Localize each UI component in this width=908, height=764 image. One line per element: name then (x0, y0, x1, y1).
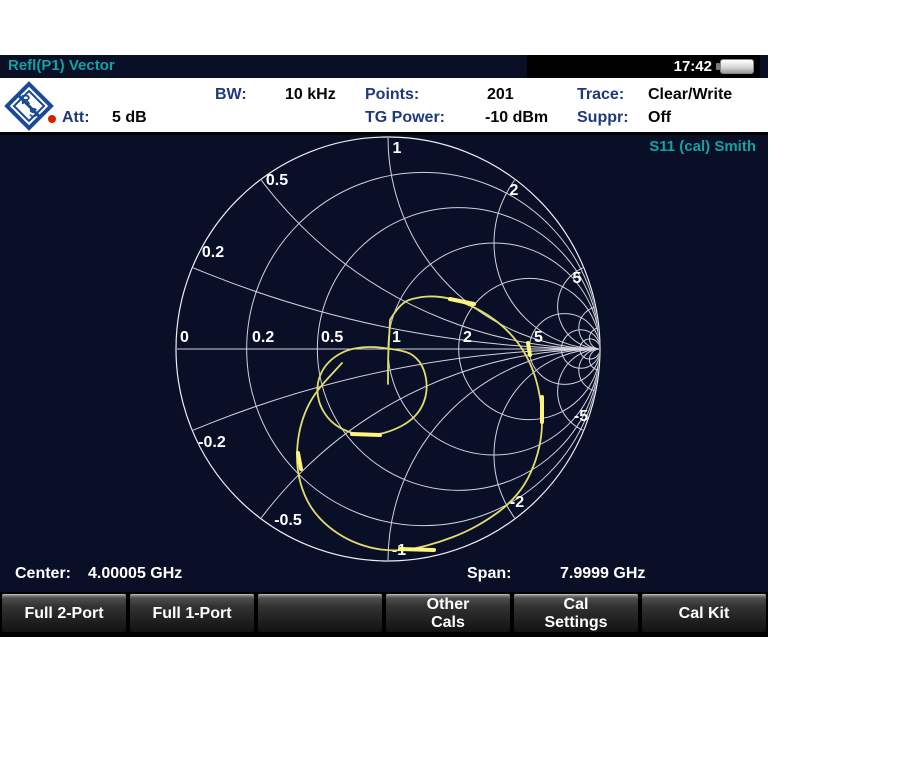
softkey-label: Cal Kit (679, 605, 730, 623)
softkey-full-1-port[interactable]: Full 1-Port (130, 594, 254, 632)
tg-power-label: TG Power: (365, 109, 445, 127)
svg-text:5: 5 (573, 270, 582, 287)
softkey-label: Cal (564, 596, 589, 614)
att-value: 5 dB (112, 109, 147, 127)
clock-area: 17:42 (527, 55, 760, 78)
svg-text:0: 0 (180, 329, 189, 346)
svg-text:-0.5: -0.5 (274, 512, 302, 529)
svg-text:1: 1 (392, 329, 401, 346)
span-value: 7.9999 GHz (560, 565, 645, 583)
softkey-label: Full 2-Port (24, 605, 103, 623)
title-bar: Refl(P1) Vector 17:42 (0, 55, 768, 78)
rs-logo-icon: R S (4, 81, 54, 131)
svg-text:0.2: 0.2 (252, 329, 274, 346)
svg-text:0.2: 0.2 (202, 244, 224, 261)
softkey-blank[interactable] (258, 594, 382, 632)
settings-header: R S Att: 5 dB BW: 10 kHz Points: 201 Tra… (0, 78, 768, 135)
softkey-label: Other (427, 596, 470, 614)
battery-icon (720, 59, 754, 74)
trace-label: Trace: (577, 86, 624, 104)
suppr-value: Off (648, 109, 671, 127)
mode-title: Refl(P1) Vector (8, 57, 115, 74)
svg-text:-2: -2 (510, 494, 524, 511)
softkey-full-2-port[interactable]: Full 2-Port (2, 594, 126, 632)
marker-dot-icon (48, 115, 56, 123)
smith-grid (0, 135, 768, 589)
svg-text:2: 2 (463, 329, 472, 346)
smith-chart-area: 00.20.51250.20.5125-0.2-0.5-1-2-5 S11 (c… (0, 135, 768, 592)
svg-text:0.5: 0.5 (266, 172, 288, 189)
softkey-label: Settings (544, 614, 607, 632)
suppr-label: Suppr: (577, 109, 629, 127)
softkey-other-cals[interactable]: Other Cals (386, 594, 510, 632)
svg-text:-0.2: -0.2 (198, 434, 226, 451)
points-label: Points: (365, 86, 419, 104)
bw-value: 10 kHz (285, 86, 336, 104)
softkey-label: Cals (431, 614, 465, 632)
svg-text:S: S (29, 105, 38, 120)
page: Refl(P1) Vector 17:42 R S Att: 5 dB BW: (0, 0, 908, 764)
trace-info-label: S11 (cal) Smith (649, 138, 756, 155)
points-value: 201 (487, 86, 514, 104)
svg-text:0.5: 0.5 (321, 329, 343, 346)
clock-time: 17:42 (674, 58, 712, 75)
frequency-status-bar: Center: 4.00005 GHz Span: 7.9999 GHz (0, 565, 768, 589)
instrument-screen: Refl(P1) Vector 17:42 R S Att: 5 dB BW: (0, 55, 768, 637)
bw-label: BW: (215, 86, 247, 104)
tg-power-value: -10 dBm (485, 109, 548, 127)
center-freq-label: Center: (15, 565, 71, 583)
softkey-cal-settings[interactable]: Cal Settings (514, 594, 638, 632)
trace-value: Clear/Write (648, 86, 732, 104)
svg-text:1: 1 (393, 140, 402, 157)
att-label: Att: (62, 109, 90, 127)
smith-chart: 00.20.51250.20.5125-0.2-0.5-1-2-5 (0, 135, 768, 589)
svg-text:5: 5 (534, 329, 543, 346)
svg-text:-5: -5 (574, 408, 588, 425)
softkey-bar: Full 2-Port Full 1-Port Other Cals Cal S… (0, 592, 768, 637)
center-freq-value: 4.00005 GHz (88, 565, 182, 583)
svg-text:2: 2 (510, 182, 519, 199)
softkey-label: Full 1-Port (152, 605, 231, 623)
softkey-cal-kit[interactable]: Cal Kit (642, 594, 766, 632)
span-label: Span: (467, 565, 511, 583)
